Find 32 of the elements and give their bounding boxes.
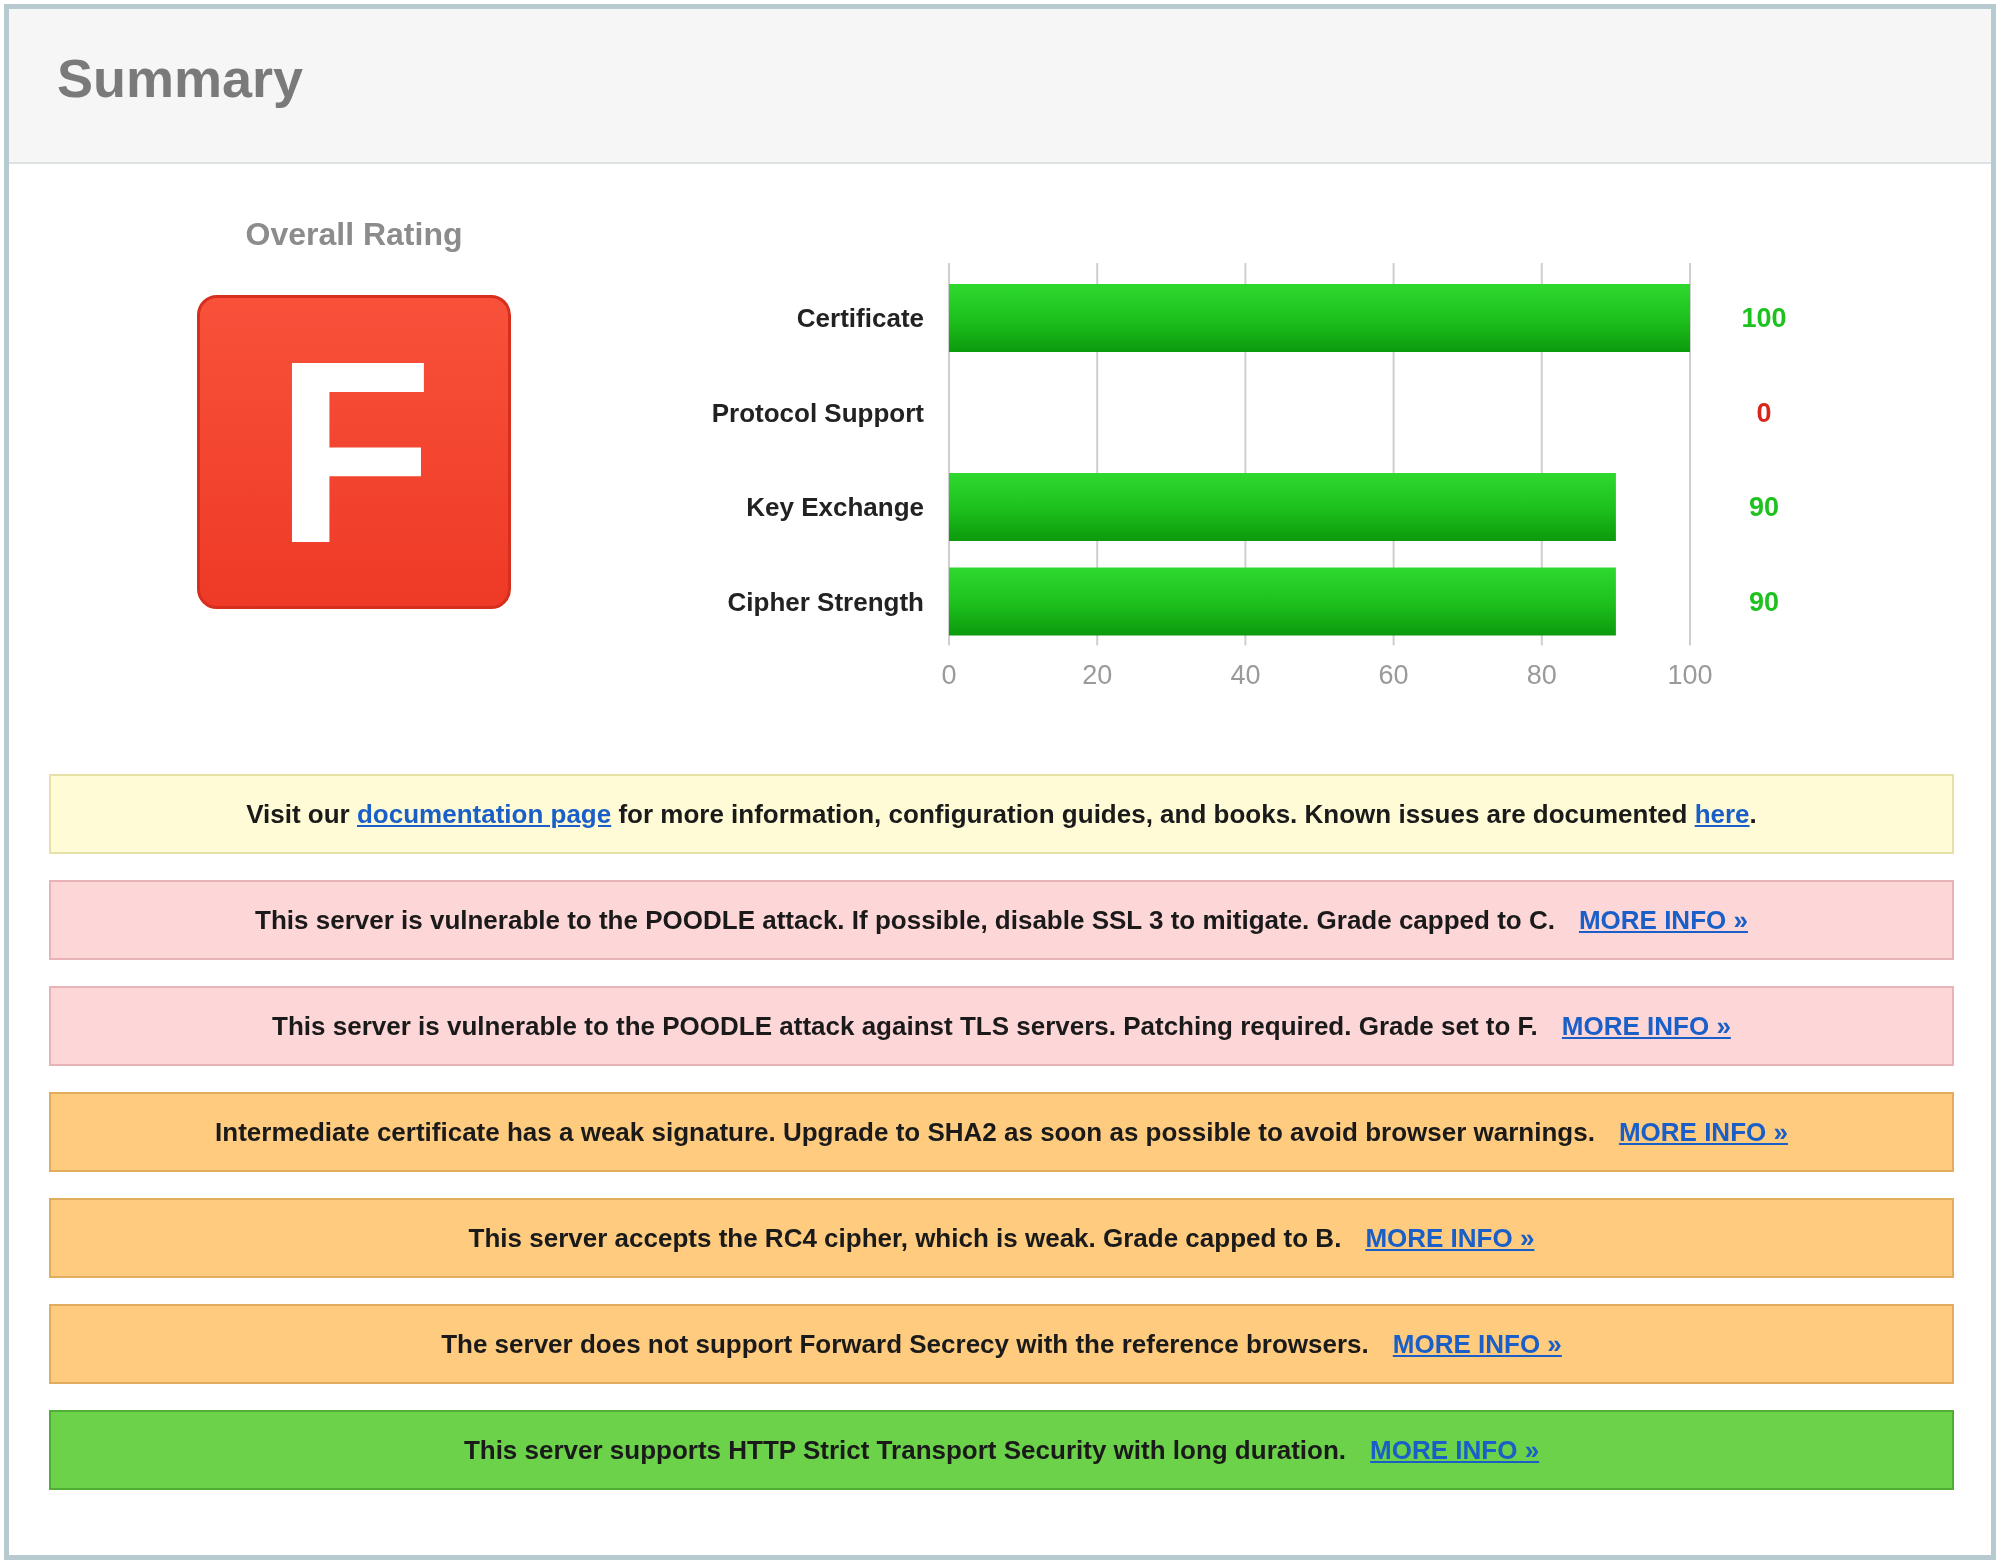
more-info-link[interactable]: MORE INFO » xyxy=(1561,1010,1731,1042)
notice-text: This server is vulnerable to the POODLE attack. If possible, disable SSL 3 to mitigate. Grade capped to C. xyxy=(255,904,1555,936)
score-value: 90 xyxy=(1749,586,1779,617)
more-info-link[interactable]: MORE INFO » xyxy=(1618,1116,1788,1148)
category-label: Certificate xyxy=(796,303,924,333)
notice-text: This server is vulnerable to the POODLE attack against TLS servers. Patching required. Grade set to F. xyxy=(272,1010,1538,1042)
axis-tick-label: 100 xyxy=(1667,659,1713,690)
notice-text: Intermediate certificate has a weak signature. Upgrade to SHA2 as soon as possible to avoid browser warnings. xyxy=(215,1116,1595,1148)
grade-badge: F xyxy=(197,295,511,609)
notice-text: The server does not support Forward Secrecy with the reference browsers. xyxy=(441,1328,1369,1360)
notice-text: This server supports HTTP Strict Transport Security with long duration. xyxy=(463,1434,1347,1466)
score-value: 90 xyxy=(1749,492,1779,522)
rating-label: Overall Rating xyxy=(245,216,463,253)
inline-link[interactable]: documentation page xyxy=(356,798,612,829)
score-value: 100 xyxy=(1741,303,1787,333)
category-label: Cipher Strength xyxy=(727,586,924,617)
inline-link[interactable]: here xyxy=(1694,798,1750,829)
notice-text: This server accepts the RC4 cipher, which is weak. Grade capped to B. xyxy=(468,1222,1342,1254)
more-info-link[interactable]: MORE INFO » xyxy=(1365,1222,1535,1254)
axis-tick-label: 60 xyxy=(1378,659,1409,690)
notice-text: Visit our documentation page for more information, configuration guides, and books. Known issues are documented here. xyxy=(246,798,1757,830)
axis-tick-label: 80 xyxy=(1526,659,1557,690)
axis-tick-label: 20 xyxy=(1082,659,1113,690)
axis-tick-label: 40 xyxy=(1230,659,1261,690)
axis-tick-label: 0 xyxy=(941,659,957,690)
section-title: Summary xyxy=(57,49,304,109)
category-label: Protocol Support xyxy=(711,397,924,428)
score-value: 0 xyxy=(1756,397,1772,428)
more-info-link[interactable]: MORE INFO » xyxy=(1370,1434,1540,1466)
category-label: Key Exchange xyxy=(746,492,924,522)
more-info-link[interactable]: MORE INFO » xyxy=(1392,1328,1562,1360)
more-info-link[interactable]: MORE INFO » xyxy=(1578,904,1748,936)
